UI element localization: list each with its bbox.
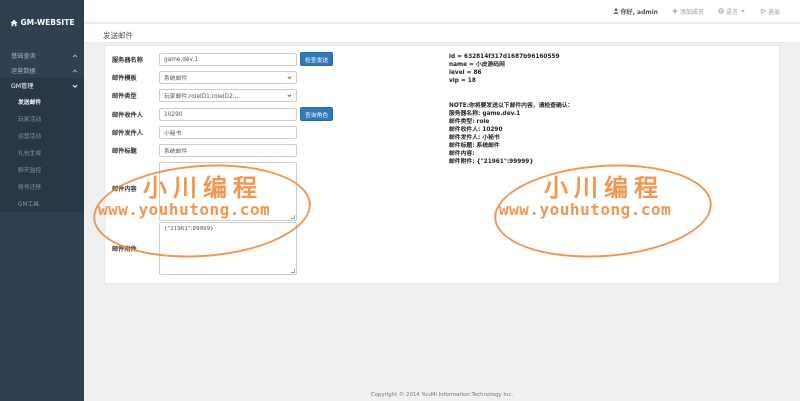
language-dropdown[interactable]: 语言 (718, 7, 746, 16)
confirm-type: 邮件类型: role (449, 119, 490, 125)
check-send-button[interactable]: 检查发送 (300, 52, 334, 66)
language-label: 语言 (725, 8, 738, 16)
sidebar-subitem-label: 玩家活动 (18, 117, 42, 123)
sidebar-subitem-account-migrate[interactable]: 账号迁移 (0, 178, 84, 195)
type-select-value: 玩家邮件,roleID1;roleID2;... (164, 94, 241, 100)
chevron-down-icon (72, 84, 78, 88)
type-select[interactable]: 玩家邮件,roleID1;roleID2;... (159, 89, 297, 102)
sidebar-item-gm[interactable]: GM管理 (0, 78, 84, 93)
sidebar-item-basic-query[interactable]: 基础查询 (0, 48, 84, 63)
logout-button[interactable]: 退出 (760, 7, 780, 16)
receiver-input[interactable]: 10290 (159, 108, 297, 121)
confirm-content: 邮件内容: (449, 151, 475, 157)
home-icon (9, 19, 18, 26)
attachment-textarea[interactable]: {"21961":99999} (159, 222, 297, 275)
page-heading: 发送邮件 (84, 24, 800, 43)
confirm-subject: 邮件标题: 系统邮件 (449, 143, 500, 149)
subject-label: 邮件标题 (112, 148, 137, 155)
resize-handle[interactable] (291, 215, 295, 219)
attachment-textarea-value: {"21961":99999} (164, 226, 214, 232)
sidebar-subitem-send-mail[interactable]: 发送邮件 (0, 93, 84, 110)
plus-icon (672, 8, 678, 14)
player-level: level = 86 (449, 70, 482, 76)
sidebar-subitem-player-activity[interactable]: 玩家活动 (0, 110, 84, 127)
confirm-attachment: 邮件附件: {"21961":99999} (449, 159, 534, 165)
sidebar-subitem-chat-monitor[interactable]: 聊天监控 (0, 161, 84, 178)
server-input[interactable]: game.dev.1 (159, 53, 297, 66)
sidebar-subitem-label: 运营活动 (18, 134, 42, 140)
server-input-value: game.dev.1 (164, 56, 199, 63)
query-role-button[interactable]: 查询角色 (300, 107, 334, 121)
brand[interactable]: GM-WEBSITE (0, 0, 84, 45)
content-textarea[interactable] (159, 162, 297, 221)
footer: Copyright © 2014 YouMi Information Techn… (370, 392, 514, 398)
sidebar-item-ops-data[interactable]: 运营数据 (0, 63, 84, 78)
sidebar-subitem-label: GM工具 (18, 202, 40, 208)
server-label: 服务器名称 (112, 57, 143, 64)
confirm-notice: NOTE:你将要发送以下邮件内容，请检查确认： (449, 103, 574, 109)
send-mail-panel: 服务器名称 game.dev.1 检查发送 邮件模板 系统邮件 邮件类型 玩家邮… (104, 45, 780, 284)
caret-down-icon (741, 10, 745, 13)
player-name: name = 小皮游码网 (449, 62, 505, 68)
confirm-sender: 邮件发件人: 小秘书 (449, 135, 500, 141)
sidebar-subitem-label: 发送邮件 (18, 100, 42, 106)
logout-icon (760, 8, 766, 14)
template-label: 邮件模板 (112, 75, 137, 82)
confirm-info: NOTE:你将要发送以下邮件内容，请检查确认： 服务器名称: game.dev.1… (449, 102, 573, 166)
confirm-server: 服务器名称: game.dev.1 (449, 111, 521, 117)
resize-handle[interactable] (291, 269, 295, 273)
sender-input-value: 小秘书 (164, 131, 182, 137)
chevron-down-icon (287, 94, 292, 98)
sidebar-item-label: 基础查询 (11, 53, 36, 60)
player-vip: vip = 18 (449, 78, 476, 84)
user-menu[interactable]: 你好, admin (613, 7, 658, 16)
sidebar-subitem-gm-tools[interactable]: GM工具 (0, 195, 84, 212)
type-label: 邮件类型 (112, 93, 137, 100)
sidebar-subitem-label: 聊天监控 (18, 168, 42, 174)
content-label: 邮件内容 (112, 186, 137, 193)
sender-label: 邮件发件人 (112, 130, 143, 137)
sender-input[interactable]: 小秘书 (159, 126, 297, 139)
sidebar-subitem-gift-code[interactable]: 礼包生成 (0, 144, 84, 161)
subject-input-value: 系统邮件 (164, 149, 188, 155)
sidebar-item-label: 运营数据 (11, 68, 36, 75)
chevron-down-icon (287, 76, 292, 80)
chevron-up-icon (72, 68, 78, 73)
receiver-input-value: 10290 (164, 111, 183, 118)
sidebar-subitem-ops-activity[interactable]: 运营活动 (0, 127, 84, 144)
add-member-label: 添加成员 (679, 8, 704, 16)
sidebar-subitem-label: 礼包生成 (18, 151, 42, 157)
confirm-receiver: 邮件收件人: 10290 (449, 127, 503, 133)
subject-input[interactable]: 系统邮件 (159, 144, 297, 157)
top-bar: 你好, admin 添加成员 语言 退出 (84, 0, 800, 23)
brand-name: GM-WEBSITE (20, 18, 75, 27)
sidebar-subitem-label: 账号迁移 (18, 185, 42, 191)
globe-icon (718, 8, 724, 14)
chevron-up-icon (72, 53, 78, 58)
sidebar: GM-WEBSITE 基础查询 运营数据 GM管理 发送邮件 玩家活动 运营活动… (0, 0, 84, 401)
page-title: 发送邮件 (103, 31, 133, 40)
player-info: id = 632814f317d1687b96160559 name = 小皮游码… (449, 53, 560, 85)
template-select[interactable]: 系统邮件 (159, 71, 297, 84)
receiver-label: 邮件收件人 (112, 112, 143, 119)
user-greeting: 你好, admin (620, 8, 658, 16)
user-icon (613, 8, 619, 14)
template-select-value: 系统邮件 (164, 76, 188, 82)
attachment-label: 邮件附件 (112, 246, 137, 253)
add-member-button[interactable]: 添加成员 (672, 7, 704, 16)
player-id: id = 632814f317d1687b96160559 (449, 54, 560, 60)
logout-label: 退出 (767, 8, 780, 16)
sidebar-item-label: GM管理 (11, 83, 34, 90)
